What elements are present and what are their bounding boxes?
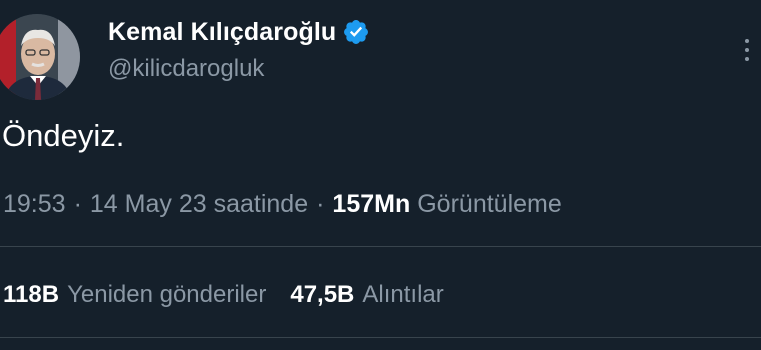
tweet-card: Kemal Kılıçdaroğlu @kilicdarogluk Öndeyi… — [0, 0, 761, 350]
tweet-date[interactable]: 14 May 23 saatinde — [90, 190, 308, 219]
tweet-time[interactable]: 19:53 — [3, 190, 66, 219]
tweet-meta: 19:53 · 14 May 23 saatinde · 157Mn Görün… — [3, 190, 562, 219]
author-display-name[interactable]: Kemal Kılıçdaroğlu — [108, 18, 336, 47]
views-label: Görüntüleme — [417, 190, 562, 218]
more-dot — [745, 57, 749, 61]
more-dot — [745, 39, 749, 43]
more-dot — [745, 48, 749, 52]
tweet-text: Öndeyiz. — [2, 118, 125, 153]
more-vertical-icon[interactable] — [737, 30, 757, 70]
avatar-image — [0, 14, 80, 100]
meta-separator: · — [316, 190, 325, 218]
quotes-count: 47,5B — [290, 281, 355, 308]
author-handle[interactable]: @kilicdarogluk — [108, 55, 264, 83]
retweets-label: Yeniden gönderiler — [67, 281, 267, 308]
tweet-stats: 118B Yeniden gönderiler 47,5B Alıntılar — [3, 281, 444, 309]
divider — [0, 337, 761, 338]
profile-avatar[interactable] — [0, 14, 80, 100]
quotes-stat[interactable]: 47,5B Alıntılar — [290, 281, 443, 309]
quotes-label: Alıntılar — [362, 281, 444, 308]
verified-badge-icon — [342, 18, 370, 46]
retweets-stat[interactable]: 118B Yeniden gönderiler — [3, 281, 266, 309]
author-name-row: Kemal Kılıçdaroğlu — [108, 14, 370, 50]
retweets-count: 118B — [3, 281, 60, 308]
meta-separator: · — [73, 190, 82, 218]
views-count: 157Mn — [332, 190, 411, 218]
divider — [0, 246, 761, 247]
